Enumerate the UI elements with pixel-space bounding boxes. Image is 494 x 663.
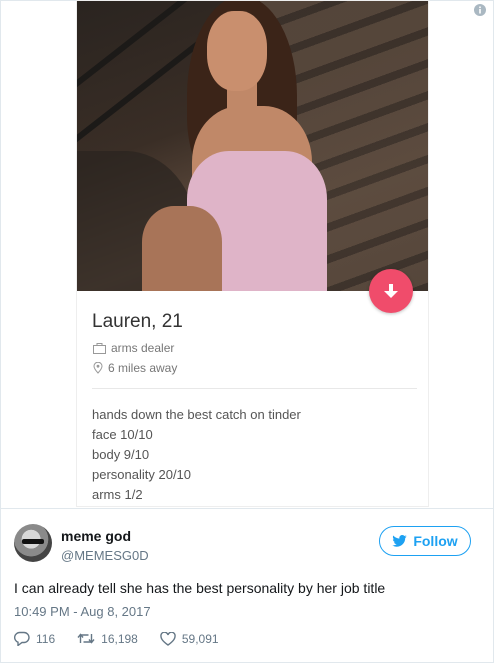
follow-button[interactable]: Follow <box>379 526 471 556</box>
arrow-down-icon <box>384 284 398 298</box>
card-divider <box>92 388 417 389</box>
display-name[interactable]: meme god <box>61 528 131 544</box>
profile-distance-label: 6 miles away <box>108 361 178 375</box>
reply-icon <box>14 631 30 646</box>
profile-job-label: arms dealer <box>111 341 175 355</box>
retweet-count: 16,198 <box>101 631 138 646</box>
profile-photo <box>77 1 428 291</box>
profile-name: Lauren, 21 <box>92 311 183 332</box>
like-button[interactable]: 59,091 <box>160 631 219 646</box>
retweet-icon <box>77 633 95 644</box>
bio-line: hands down the best catch on tinder <box>92 407 301 422</box>
follow-button-label: Follow <box>413 533 458 549</box>
tweet-text: I can already tell she has the best pers… <box>14 580 386 596</box>
tinder-profile-card: Lauren, 21 arms dealer 6 miles away hand… <box>76 0 429 507</box>
bio-line: arms 1/2 <box>92 487 143 502</box>
profile-bio: hands down the best catch on tinder face… <box>92 405 301 505</box>
bio-line: personality 20/10 <box>92 467 192 482</box>
retweet-button[interactable]: 16,198 <box>77 632 138 646</box>
dislike-button[interactable] <box>369 269 413 313</box>
bio-line: face 10/10 <box>92 427 153 442</box>
user-handle[interactable]: @MEMESG0D <box>61 548 149 563</box>
heart-icon <box>160 631 176 646</box>
like-count: 59,091 <box>181 631 219 646</box>
info-icon[interactable] <box>474 4 486 16</box>
reply-button[interactable]: 116 <box>14 631 55 646</box>
tweet-timestamp[interactable]: 10:49 PM - Aug 8, 2017 <box>14 604 151 619</box>
reply-count: 116 <box>36 631 56 646</box>
bio-line: body 9/10 <box>92 447 150 462</box>
profile-job: arms dealer <box>93 341 174 355</box>
location-pin-icon <box>93 362 103 374</box>
profile-distance: 6 miles away <box>93 361 177 375</box>
tweet-divider <box>0 508 494 509</box>
twitter-bird-icon <box>392 535 408 547</box>
avatar[interactable] <box>14 524 52 562</box>
tweet-actions: 116 16,198 59,091 <box>14 631 241 646</box>
briefcase-icon <box>93 342 106 354</box>
